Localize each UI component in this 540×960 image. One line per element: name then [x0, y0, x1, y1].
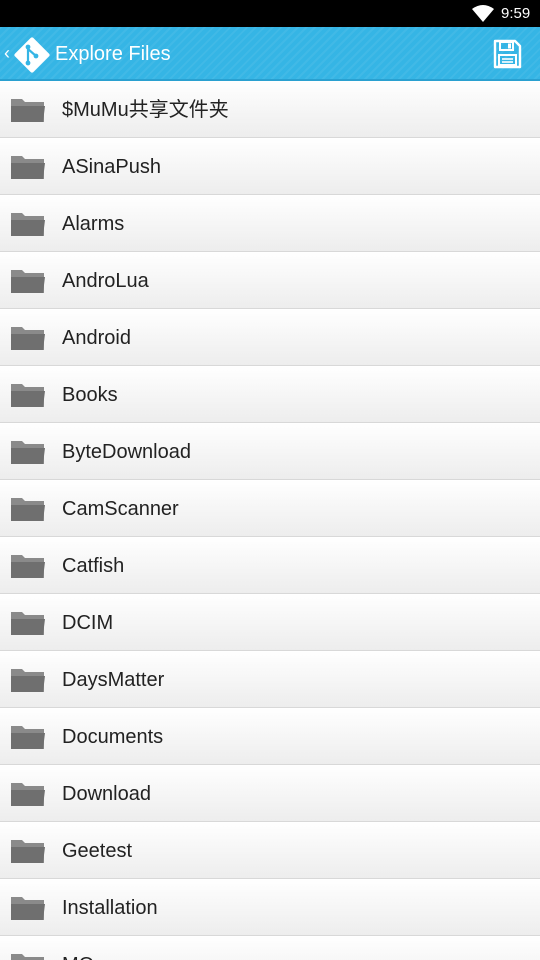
wifi-icon: [472, 5, 494, 22]
up-navigation-button[interactable]: ‹ Explore Files: [0, 27, 180, 81]
folder-icon: [11, 327, 45, 350]
folder-icon: [11, 156, 45, 179]
file-name: Books: [62, 384, 118, 406]
file-name: Alarms: [62, 213, 125, 235]
file-name: Documents: [62, 726, 164, 748]
status-time: 9:59: [501, 5, 531, 22]
folder-icon: [11, 99, 45, 122]
folder-icon: [11, 897, 45, 920]
folder-icon: [11, 441, 45, 464]
file-name: DaysMatter: [62, 669, 165, 691]
file-name: DCIM: [62, 612, 114, 634]
action-bar: ‹ Explore Files: [0, 27, 540, 81]
list-item[interactable]: Books: [0, 366, 540, 423]
git-logo-icon: [14, 37, 50, 73]
file-name: Android: [62, 327, 131, 349]
folder-icon: [11, 954, 44, 960]
list-item[interactable]: CamScanner: [0, 480, 540, 537]
file-name: AndroLua: [62, 270, 149, 292]
list-item[interactable]: AndroLua: [0, 252, 540, 309]
folder-icon: [11, 270, 45, 293]
file-name: Catfish: [62, 555, 125, 577]
list-item[interactable]: Catfish: [0, 537, 540, 594]
file-list[interactable]: $MuMu共享文件夹 ASinaPush Alarms AndroLua And…: [0, 81, 540, 960]
file-name: Installation: [62, 897, 158, 919]
list-item[interactable]: $MuMu共享文件夹: [0, 81, 540, 138]
list-item[interactable]: Alarms: [0, 195, 540, 252]
file-name: CamScanner: [62, 498, 179, 520]
list-item[interactable]: Installation: [0, 879, 540, 936]
save-icon[interactable]: [490, 37, 524, 71]
list-item[interactable]: Download: [0, 765, 540, 822]
list-item[interactable]: ASinaPush: [0, 138, 540, 195]
folder-icon: [11, 213, 45, 236]
file-name: Geetest: [62, 840, 133, 862]
file-name: $MuMu共享文件夹: [62, 99, 229, 121]
folder-icon: [11, 726, 45, 749]
list-item[interactable]: DaysMatter: [0, 651, 540, 708]
folder-icon: [11, 669, 45, 692]
list-item[interactable]: Android: [0, 309, 540, 366]
chevron-left-icon: ‹: [4, 43, 10, 63]
list-item[interactable]: DCIM: [0, 594, 540, 651]
list-item[interactable]: MQ: [0, 936, 540, 960]
list-item[interactable]: Documents: [0, 708, 540, 765]
folder-icon: [11, 612, 45, 635]
folder-icon: [11, 555, 45, 578]
file-name: ByteDownload: [62, 441, 191, 463]
folder-icon: [11, 783, 45, 806]
file-name: ASinaPush: [62, 156, 161, 178]
page-title: Explore Files: [55, 43, 171, 65]
folder-icon: [11, 840, 45, 863]
list-item[interactable]: Geetest: [0, 822, 540, 879]
folder-icon: [11, 498, 45, 521]
folder-icon: [11, 384, 45, 407]
status-bar: 9:59: [0, 0, 540, 27]
file-name: MQ: [62, 953, 94, 960]
file-name: Download: [62, 783, 151, 805]
list-item[interactable]: ByteDownload: [0, 423, 540, 480]
